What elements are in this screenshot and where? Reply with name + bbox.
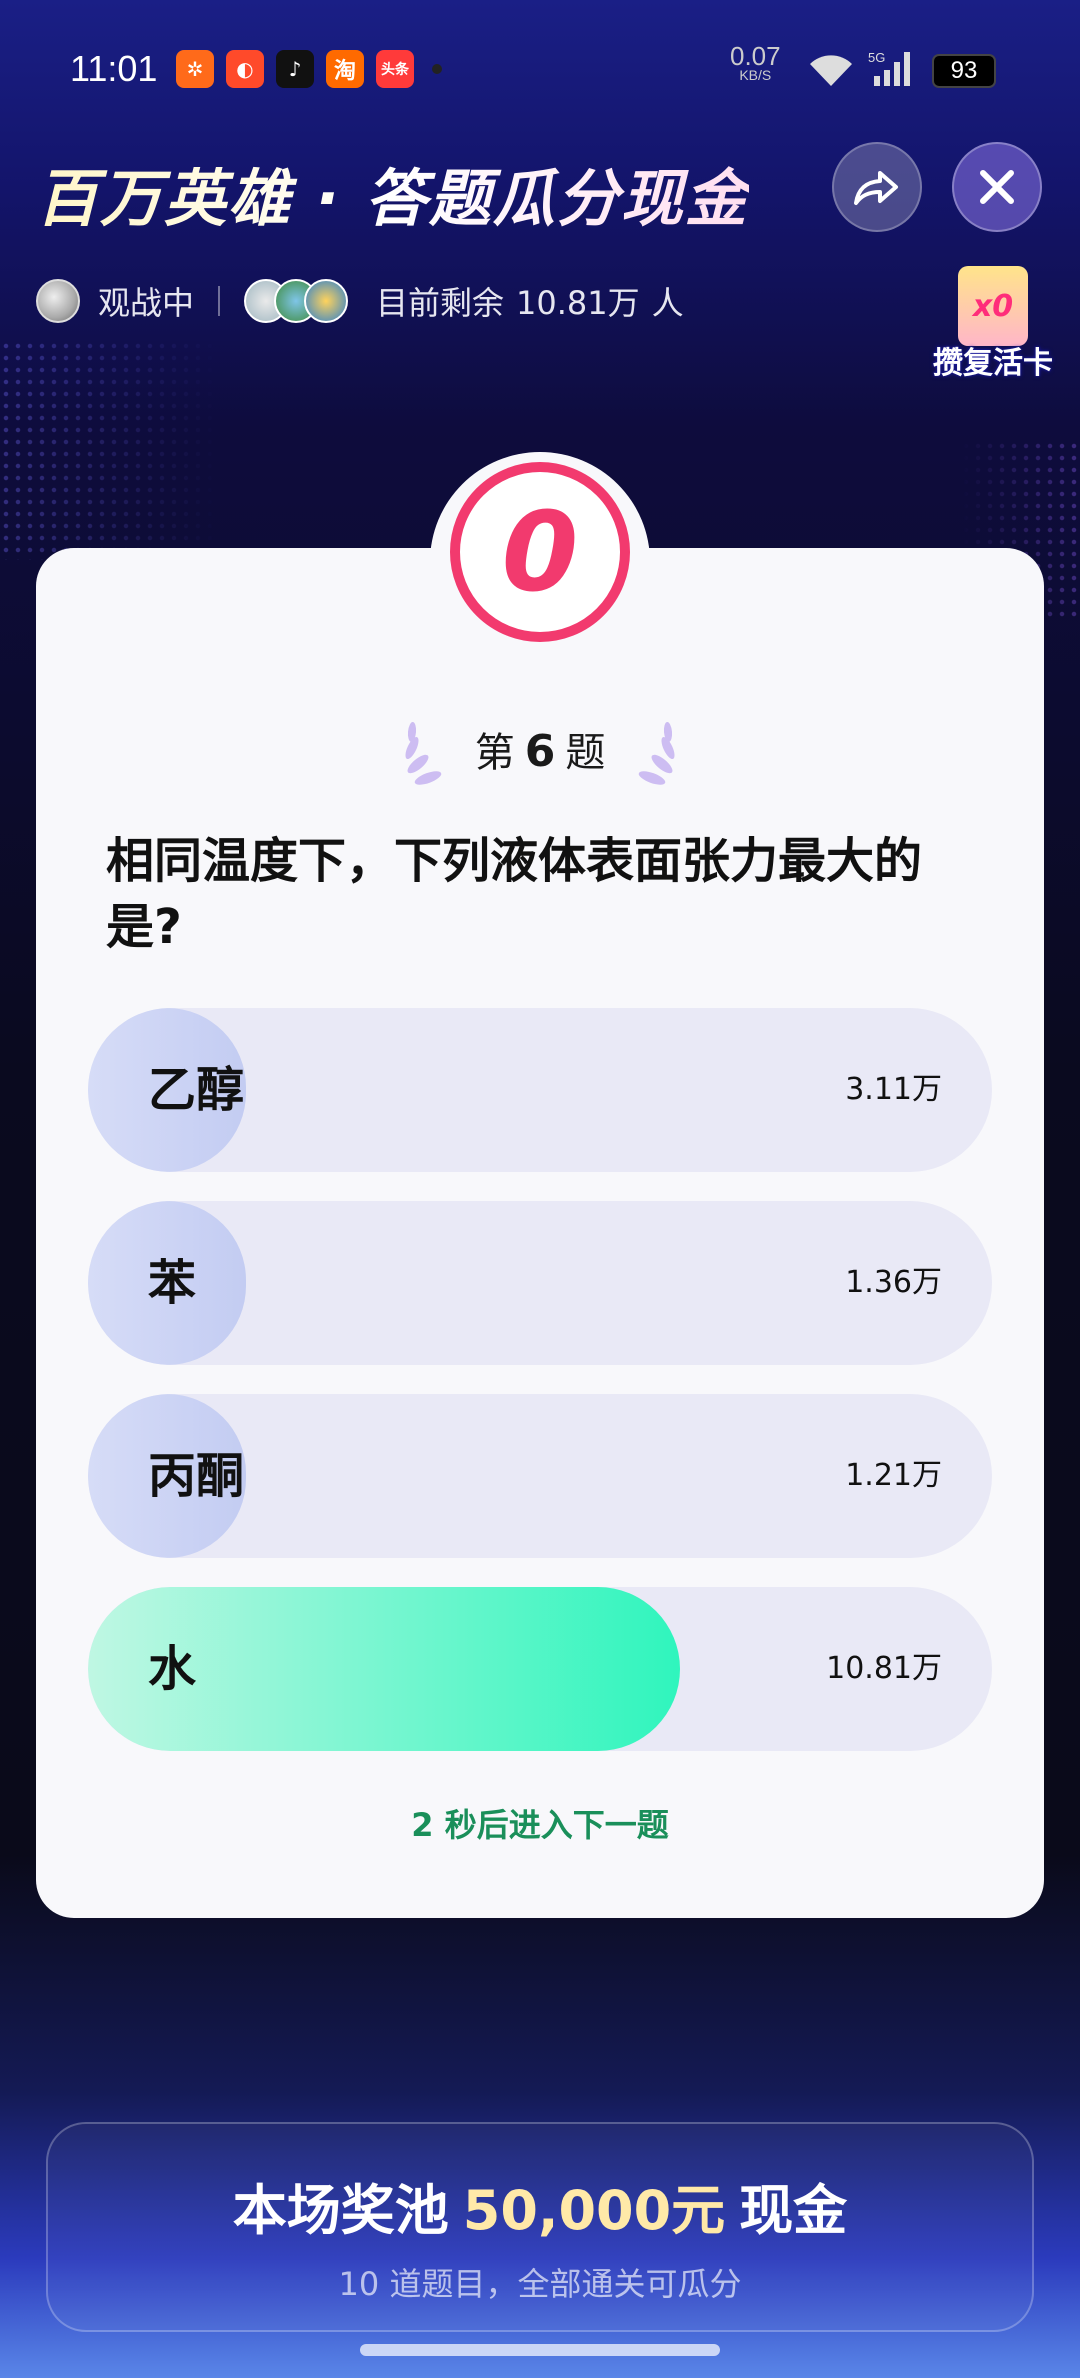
revive-card-label: 攒复活卡	[933, 346, 1053, 381]
home-indicator[interactable]	[360, 2344, 720, 2356]
prize-subtitle: 10 道题目，全部通关可瓜分	[338, 2265, 742, 2303]
next-seconds: 2	[411, 1806, 434, 1844]
avatar[interactable]	[36, 279, 80, 323]
next-text: 秒后进入下一题	[444, 1806, 669, 1844]
remaining-prefix: 目前剩余	[376, 284, 505, 322]
answer-option[interactable]: 苯 1.36万	[88, 1201, 992, 1365]
remaining-suffix: 人	[651, 284, 684, 322]
status-bar: 11:01 ✲ ◐ ♪ 淘 头条 0.07 KB/S 5G 93	[0, 40, 1080, 100]
toutiao-icon: 头条	[376, 50, 414, 88]
remaining-count: 10.81万	[516, 284, 640, 322]
answer-option-label: 丙酮	[148, 1448, 245, 1504]
signal-icon: 5G	[868, 50, 910, 86]
answer-option[interactable]: 乙醇 3.11万	[88, 1008, 992, 1172]
close-icon	[980, 170, 1014, 204]
answer-option-count: 1.36万	[845, 1265, 942, 1300]
answer-option-label: 水	[148, 1641, 197, 1697]
answer-option-label: 苯	[148, 1255, 197, 1311]
question-number-value: 6	[524, 726, 556, 777]
decor-dots-left	[0, 340, 220, 560]
network-speed: 0.07 KB/S	[730, 43, 781, 82]
app-icon-1: ✲	[176, 50, 214, 88]
close-button[interactable]	[952, 142, 1042, 232]
answer-option-label: 乙醇	[148, 1062, 245, 1118]
share-icon	[854, 171, 898, 205]
revive-card-icon: x0	[958, 266, 1028, 346]
svg-text:5G: 5G	[868, 50, 885, 65]
wifi-icon	[810, 55, 852, 86]
remaining-players: 目前剩余 10.81万人	[376, 278, 684, 324]
tiktok-icon: ♪	[276, 50, 314, 88]
prize-pool-main: 本场奖池 50,000元 现金	[48, 2166, 1032, 2245]
share-button[interactable]	[832, 142, 922, 232]
answer-option[interactable]: 丙酮 1.21万	[88, 1394, 992, 1558]
battery-indicator: 93	[932, 54, 996, 88]
answer-option[interactable]: 水 10.81万	[88, 1587, 992, 1751]
question-number: 第6题	[0, 720, 1080, 778]
app-icon-2: ◐	[226, 50, 264, 88]
prize-pool-banner: 本场奖池 50,000元 现金 10 道题目，全部通关可瓜分	[46, 2122, 1034, 2332]
player-avatars	[244, 279, 349, 323]
countdown-timer: 0	[450, 462, 630, 642]
viewer-label: 观战中	[98, 284, 195, 322]
prize-amount: 50,000元	[462, 2179, 726, 2242]
countdown-value: 0	[501, 488, 579, 616]
question-number-prefix: 第	[474, 730, 515, 776]
next-question-countdown: 2 秒后进入下一题	[0, 1800, 1080, 1846]
answer-option-count: 10.81万	[826, 1651, 942, 1686]
prize-suffix: 现金	[739, 2179, 848, 2242]
avatar	[304, 279, 349, 323]
divider	[218, 286, 221, 316]
prize-prefix: 本场奖池	[232, 2179, 449, 2242]
page-title: 百万英雄 · 答题瓜分现金	[36, 148, 749, 238]
answer-option-count: 1.21万	[845, 1458, 942, 1493]
answer-option-count: 3.11万	[845, 1072, 942, 1107]
taobao-icon: 淘	[326, 50, 364, 88]
more-notifications-dot	[432, 64, 442, 74]
status-time: 11:01	[70, 48, 158, 89]
notification-icons: ✲ ◐ ♪ 淘 头条	[176, 50, 442, 88]
revive-card-button[interactable]: x0 攒复活卡	[928, 266, 1058, 382]
viewer-bar: 观战中 目前剩余 10.81万人	[36, 278, 684, 324]
question-number-suffix: 题	[565, 730, 606, 776]
question-text: 相同温度下，下列液体表面张力最大的是?	[106, 833, 923, 955]
